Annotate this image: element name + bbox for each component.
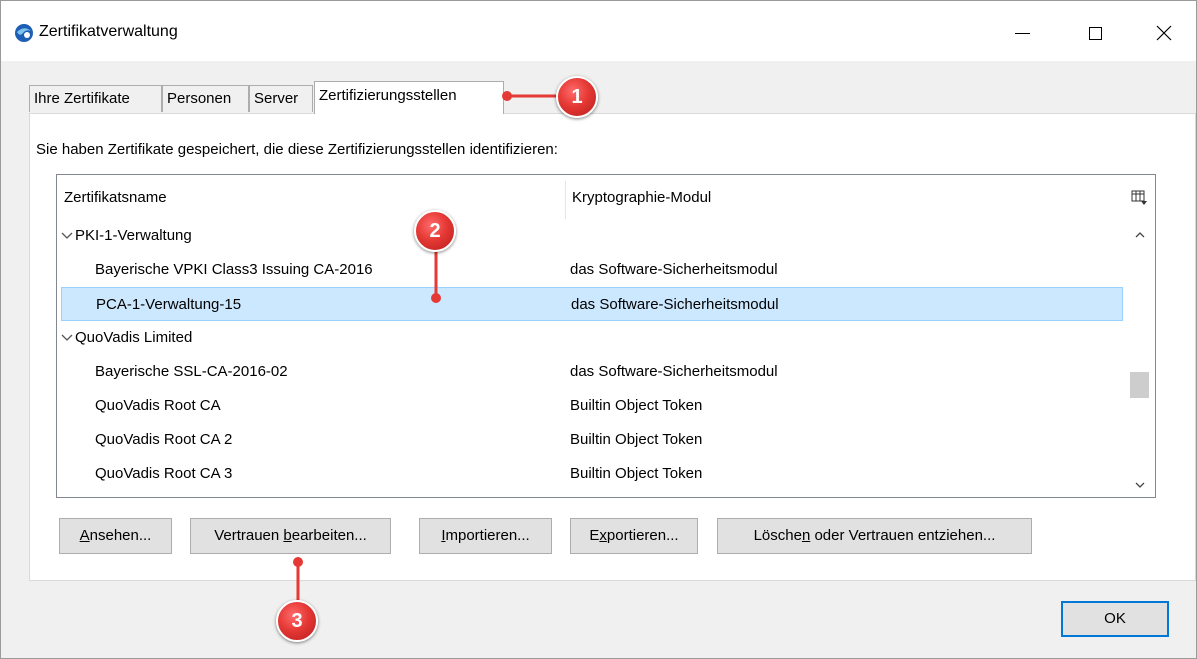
minimize-button[interactable] bbox=[999, 15, 1045, 51]
scroll-up-icon[interactable] bbox=[1134, 229, 1146, 241]
ok-button[interactable]: OK bbox=[1061, 601, 1169, 637]
close-button[interactable] bbox=[1141, 15, 1187, 51]
cert-name: PCA-1-Verwaltung-15 bbox=[96, 296, 242, 313]
table-header: Zertifikatsname Kryptographie-Modul bbox=[57, 175, 1155, 220]
edit-trust-button[interactable]: Vertrauen bearbeiten... bbox=[190, 518, 391, 554]
maximize-button[interactable] bbox=[1072, 15, 1118, 51]
table-row[interactable]: Bayerische VPKI Class3 Issuing CA-2016 d… bbox=[57, 253, 1127, 287]
cert-name: Bayerische SSL-CA-2016-02 bbox=[95, 363, 288, 380]
scroll-down-icon[interactable] bbox=[1134, 479, 1146, 491]
close-icon bbox=[1156, 25, 1172, 41]
cert-module: Builtin Object Token bbox=[570, 465, 703, 482]
cert-module: das Software-Sicherheitsmodul bbox=[570, 261, 778, 278]
cert-module: Builtin Object Token bbox=[570, 431, 703, 448]
tab-servers[interactable]: Server bbox=[249, 85, 313, 112]
column-picker-icon[interactable] bbox=[1130, 188, 1148, 206]
annotation-marker-1: 1 bbox=[556, 76, 598, 118]
export-button[interactable]: Exportieren... bbox=[570, 518, 698, 554]
tab-your-certificates[interactable]: Ihre Zertifikate bbox=[29, 85, 162, 112]
table-row[interactable]: QuoVadis Root CA Builtin Object Token bbox=[57, 389, 1127, 423]
group-name: PKI-1-Verwaltung bbox=[75, 227, 192, 244]
tab-people[interactable]: Personen bbox=[162, 85, 249, 112]
cert-module: das Software-Sicherheitsmodul bbox=[571, 296, 779, 313]
annotation-marker-3: 3 bbox=[276, 600, 318, 642]
group-name: QuoVadis Limited bbox=[75, 329, 193, 346]
tab-authorities[interactable]: Zertifizierungsstellen bbox=[314, 81, 504, 114]
title-bar: Zertifikatverwaltung bbox=[1, 1, 1196, 61]
column-separator[interactable] bbox=[565, 181, 566, 219]
intro-text: Sie haben Zertifikate gespeichert, die d… bbox=[36, 141, 558, 158]
import-button[interactable]: Importieren... bbox=[419, 518, 552, 554]
cert-module: das Software-Sicherheitsmodul bbox=[570, 363, 778, 380]
vertical-scrollbar[interactable] bbox=[1126, 219, 1155, 497]
table-row[interactable]: QuoVadis Root CA 2 Builtin Object Token bbox=[57, 423, 1127, 457]
table-row[interactable]: Bayerische SSL-CA-2016-02 das Software-S… bbox=[57, 355, 1127, 389]
scrollbar-thumb[interactable] bbox=[1130, 372, 1149, 398]
certificate-tree[interactable]: Zertifikatsname Kryptographie-Modul PKI-… bbox=[56, 174, 1156, 498]
cert-name: QuoVadis Root CA bbox=[95, 397, 221, 414]
chevron-down-icon[interactable] bbox=[60, 219, 74, 253]
annotation-marker-2: 2 bbox=[414, 210, 456, 252]
certificate-manager-window: Zertifikatverwaltung Ihre Zertifikate Pe… bbox=[0, 0, 1197, 659]
minimize-icon bbox=[1014, 32, 1030, 34]
tree-group-row[interactable]: PKI-1-Verwaltung bbox=[57, 219, 1127, 253]
cert-name: QuoVadis Root CA 2 bbox=[95, 431, 233, 448]
cert-name: Bayerische VPKI Class3 Issuing CA-2016 bbox=[95, 261, 373, 278]
maximize-icon bbox=[1088, 26, 1102, 40]
delete-or-distrust-button[interactable]: Löschen oder Vertrauen entziehen... bbox=[717, 518, 1032, 554]
cert-module: Builtin Object Token bbox=[570, 397, 703, 414]
cert-name: QuoVadis Root CA 3 bbox=[95, 465, 233, 482]
tree-group-row[interactable]: QuoVadis Limited bbox=[57, 321, 1127, 355]
chevron-down-icon[interactable] bbox=[60, 321, 74, 355]
window-title: Zertifikatverwaltung bbox=[39, 23, 178, 40]
column-header-name[interactable]: Zertifikatsname bbox=[64, 189, 167, 206]
thunderbird-icon bbox=[15, 24, 33, 42]
column-header-module[interactable]: Kryptographie-Modul bbox=[572, 189, 711, 206]
view-button[interactable]: Ansehen... bbox=[59, 518, 172, 554]
table-row-selected[interactable]: PCA-1-Verwaltung-15 das Software-Sicherh… bbox=[61, 287, 1123, 321]
table-row[interactable]: QuoVadis Root CA 3 Builtin Object Token bbox=[57, 457, 1127, 491]
